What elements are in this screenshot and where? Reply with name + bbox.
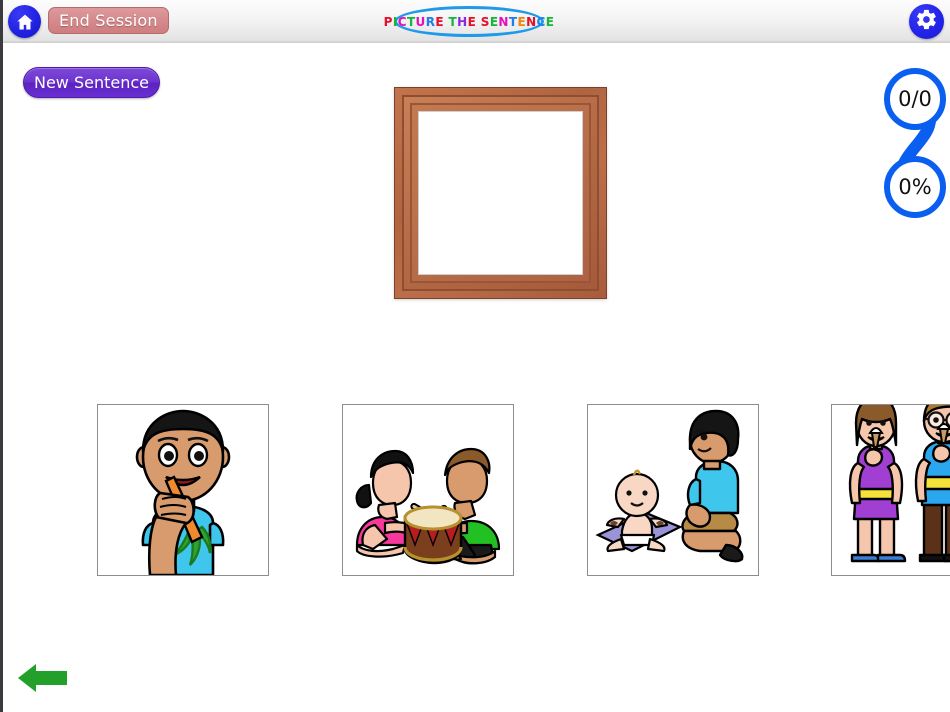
children-eating-ice-cream-icon	[832, 405, 950, 575]
picture-frame[interactable]	[394, 87, 607, 299]
home-icon	[15, 12, 35, 32]
new-sentence-button[interactable]: New Sentence	[23, 67, 160, 98]
settings-button[interactable]	[909, 4, 944, 39]
home-button[interactable]	[8, 5, 41, 38]
baby-and-boy-icon	[588, 405, 758, 575]
picture-card-children-eating-ice-cream[interactable]	[831, 404, 950, 576]
app-title: PICTURE THE SENTENCE	[384, 6, 554, 37]
arrow-left-icon	[18, 664, 67, 692]
title-text: PICTURE THE SENTENCE	[383, 14, 555, 29]
frame-bevel-outer	[402, 95, 599, 291]
boy-eating-carrot-icon	[98, 405, 268, 575]
picture-card-boy-eating-carrot[interactable]	[97, 404, 269, 576]
picture-card-children-playing-drum[interactable]	[342, 404, 514, 576]
picture-card-row	[3, 404, 950, 576]
picture-card-baby-and-boy[interactable]	[587, 404, 759, 576]
frame-canvas[interactable]	[418, 111, 583, 275]
children-playing-drum-icon	[343, 405, 513, 575]
frame-bevel-inner	[410, 103, 591, 283]
top-toolbar: End Session PICTURE THE SENTENCE	[3, 0, 950, 43]
score-percent: 0%	[884, 156, 946, 218]
app-root: End Session PICTURE THE SENTENCE New Sen…	[0, 0, 950, 712]
gear-icon	[915, 8, 938, 36]
score-panel: 0/0 0%	[880, 62, 950, 232]
end-session-button[interactable]: End Session	[48, 7, 169, 34]
back-button[interactable]	[16, 659, 70, 697]
score-ratio: 0/0	[884, 68, 946, 130]
